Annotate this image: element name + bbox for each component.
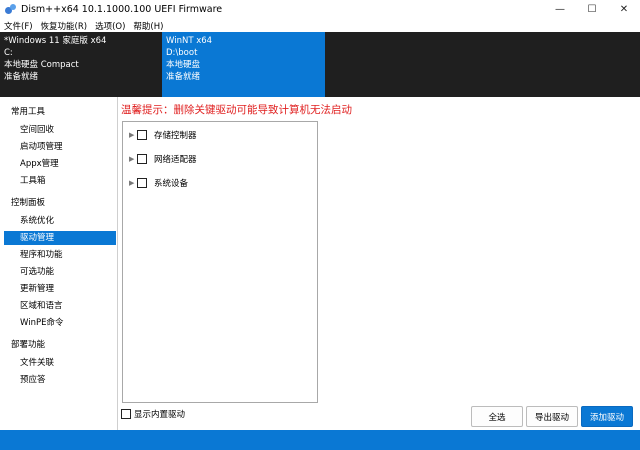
main-panel: 温馨提示：删除关键驱动可能导致计算机无法启动 ▶ 存储控制器 ▶ 网络适配器 ▶…: [118, 97, 640, 430]
sidebar-group-control: 控制面板: [11, 198, 46, 208]
warning-text: 温馨提示：删除关键驱动可能导致计算机无法启动: [121, 104, 352, 116]
sidebar-item-programs[interactable]: 程序和功能: [4, 248, 116, 262]
session-status: 准备就绪: [4, 72, 39, 82]
session-drive: D:\boot: [166, 48, 198, 58]
sidebar-item-region-language[interactable]: 区域和语言: [4, 299, 116, 313]
menu-bar: 文件(F) 恢复功能(R) 选项(O) 帮助(H): [0, 19, 640, 32]
menu-options[interactable]: 选项(O): [91, 20, 129, 32]
export-drivers-button[interactable]: 导出驱动: [526, 406, 578, 427]
driver-tree: ▶ 存储控制器 ▶ 网络适配器 ▶ 系统设备: [122, 121, 318, 403]
session-winnt[interactable]: WinNT x64 D:\boot 本地硬盘 准备就绪: [162, 32, 325, 97]
tree-checkbox[interactable]: [137, 178, 147, 188]
add-driver-button[interactable]: 添加驱动: [581, 406, 633, 427]
show-builtin-checkbox[interactable]: [121, 409, 131, 419]
maximize-button[interactable]: ☐: [576, 0, 608, 19]
tree-label: 网络适配器: [154, 155, 197, 165]
session-drive: C:: [4, 48, 13, 58]
menu-help[interactable]: 帮助(H): [129, 20, 167, 32]
session-bar: *Windows 11 家庭版 x64 C: 本地硬盘 Compact 准备就绪…: [0, 32, 640, 97]
sidebar-item-startup[interactable]: 启动项管理: [4, 140, 116, 154]
expand-arrow-icon[interactable]: ▶: [129, 179, 137, 187]
sidebar-item-file-assoc[interactable]: 文件关联: [4, 356, 116, 370]
sidebar-item-answer-file[interactable]: 预应答: [4, 373, 116, 387]
sidebar-item-space-cleanup[interactable]: 空间回收: [4, 123, 116, 137]
session-status: 准备就绪: [166, 72, 201, 82]
sidebar-item-updates[interactable]: 更新管理: [4, 282, 116, 296]
sidebar-item-drivers[interactable]: 驱动管理: [4, 231, 116, 245]
sidebar-group-tools: 常用工具: [11, 107, 46, 117]
session-windows11[interactable]: *Windows 11 家庭版 x64 C: 本地硬盘 Compact 准备就绪: [0, 32, 162, 97]
session-os: WinNT x64: [166, 36, 213, 46]
sidebar: 常用工具 空间回收 启动项管理 Appx管理 工具箱 控制面板 系统优化 驱动管…: [0, 97, 118, 430]
tree-node-network[interactable]: ▶ 网络适配器: [129, 152, 197, 166]
status-bar: [0, 430, 640, 450]
expand-arrow-icon[interactable]: ▶: [129, 131, 137, 139]
tree-node-storage[interactable]: ▶ 存储控制器: [129, 128, 197, 142]
session-disk: 本地硬盘: [166, 60, 201, 70]
show-builtin-label: 显示内置驱动: [134, 410, 186, 420]
menu-file[interactable]: 文件(F): [0, 20, 37, 32]
session-disk: 本地硬盘 Compact: [4, 60, 79, 70]
minimize-button[interactable]: —: [544, 0, 576, 19]
show-builtin-toggle[interactable]: 显示内置驱动: [121, 408, 185, 420]
window-title: Dism++x64 10.1.1000.100 UEFI Firmware: [21, 4, 223, 15]
title-bar: Dism++x64 10.1.1000.100 UEFI Firmware — …: [0, 0, 640, 19]
tree-label: 存储控制器: [154, 131, 197, 141]
sidebar-item-winpe[interactable]: WinPE命令: [4, 316, 116, 330]
tree-node-system[interactable]: ▶ 系统设备: [129, 176, 188, 190]
sidebar-group-deploy: 部署功能: [11, 340, 46, 350]
session-os: *Windows 11 家庭版 x64: [4, 36, 107, 46]
tree-checkbox[interactable]: [137, 130, 147, 140]
tree-checkbox[interactable]: [137, 154, 147, 164]
expand-arrow-icon[interactable]: ▶: [129, 155, 137, 163]
sidebar-item-appx[interactable]: Appx管理: [4, 157, 116, 171]
menu-restore[interactable]: 恢复功能(R): [37, 20, 92, 32]
close-button[interactable]: ✕: [608, 0, 640, 19]
sidebar-item-toolbox[interactable]: 工具箱: [4, 174, 116, 188]
select-all-button[interactable]: 全选: [471, 406, 523, 427]
sidebar-item-optional-features[interactable]: 可选功能: [4, 265, 116, 279]
tree-label: 系统设备: [154, 179, 189, 189]
sidebar-item-optimize[interactable]: 系统优化: [4, 214, 116, 228]
app-logo-icon: [5, 3, 17, 16]
